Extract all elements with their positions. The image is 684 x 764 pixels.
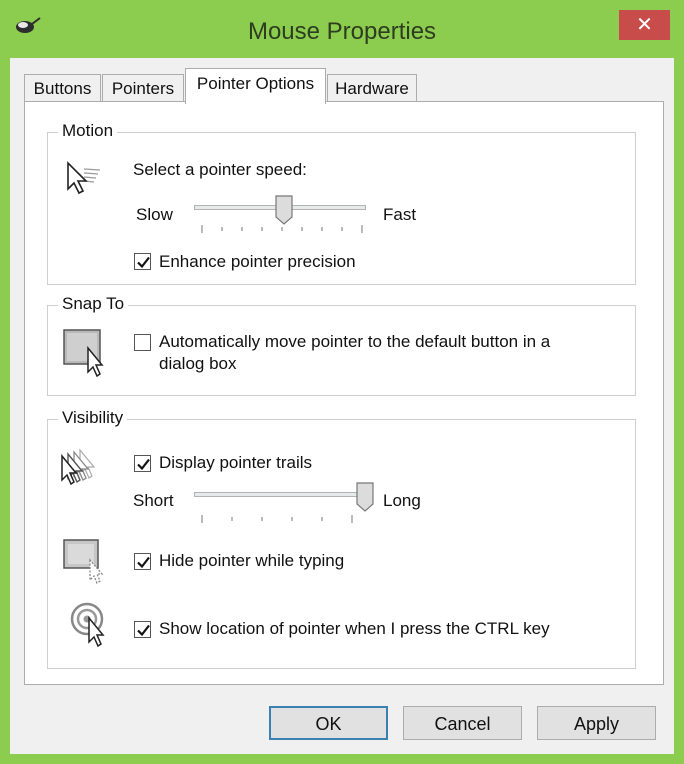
pointer-speed-slider-thumb[interactable]: [274, 195, 293, 225]
dialog-client-area: Buttons Pointers Pointer Options Hardwar…: [10, 58, 674, 754]
pointer-speed-label: Select a pointer speed:: [133, 160, 307, 179]
tab-buttons[interactable]: Buttons: [24, 74, 101, 102]
snap-to-icon: [63, 329, 104, 378]
checkmark-icon: [137, 556, 150, 569]
pointer-speed-icon: [67, 161, 101, 195]
trail-length-slider-track[interactable]: [194, 492, 366, 497]
tab-hardware[interactable]: Hardware: [327, 74, 417, 102]
show-ctrl-location-label: Show location of pointer when I press th…: [159, 619, 550, 638]
pointer-trails-icon: [61, 448, 96, 486]
close-button[interactable]: ✕: [619, 10, 670, 40]
pointer-options-page: Motion Select a pointer speed: Slow Fast: [24, 101, 664, 685]
snap-to-group: Snap To Automatically move pointer to th…: [47, 294, 636, 396]
snap-to-group-label: Snap To: [58, 294, 129, 314]
mouse-properties-window: Mouse Properties ✕ Buttons Pointers Poin…: [0, 0, 684, 764]
checkmark-icon: [137, 256, 150, 269]
snap-to-checkbox[interactable]: [134, 334, 151, 351]
tab-pointer-options[interactable]: Pointer Options: [185, 68, 326, 104]
long-label: Long: [383, 491, 421, 510]
close-icon: ✕: [636, 14, 653, 36]
window-title: Mouse Properties: [247, 18, 437, 45]
ok-button[interactable]: OK: [269, 706, 388, 740]
apply-button[interactable]: Apply: [537, 706, 656, 740]
slow-label: Slow: [136, 205, 173, 224]
tab-bar: Buttons Pointers Pointer Options Hardwar…: [24, 68, 664, 104]
pointer-trails-label: Display pointer trails: [159, 453, 313, 472]
hide-pointer-typing-label: Hide pointer while typing: [159, 551, 345, 570]
fast-label: Fast: [383, 205, 417, 224]
checkmark-icon: [137, 624, 150, 637]
visibility-group-label: Visibility: [58, 408, 128, 428]
pointer-trails-checkbox[interactable]: [134, 455, 151, 472]
hide-pointer-typing-icon: [63, 539, 104, 584]
show-ctrl-location-checkbox[interactable]: [134, 621, 151, 638]
title-bar[interactable]: Mouse Properties ✕: [0, 0, 684, 58]
pointer-speed-ticks: [201, 225, 363, 233]
checkmark-icon: [137, 458, 150, 471]
snap-to-label-line1: Automatically move pointer to the defaul…: [159, 332, 551, 351]
cancel-button[interactable]: Cancel: [403, 706, 522, 740]
tab-pointers[interactable]: Pointers: [102, 74, 184, 102]
motion-group: Motion Select a pointer speed: Slow Fast: [47, 121, 636, 285]
enhance-precision-label: Enhance pointer precision: [159, 252, 356, 271]
motion-group-label: Motion: [58, 121, 118, 141]
short-label: Short: [133, 491, 174, 510]
hide-pointer-typing-checkbox[interactable]: [134, 553, 151, 570]
visibility-group: Visibility Display pointer trails Short: [47, 408, 636, 669]
snap-to-label-line2: dialog box: [159, 354, 237, 373]
trail-length-slider-thumb[interactable]: [356, 482, 374, 512]
ctrl-location-icon: [70, 602, 105, 648]
enhance-precision-checkbox[interactable]: [134, 253, 151, 270]
trail-length-ticks: [201, 515, 353, 523]
